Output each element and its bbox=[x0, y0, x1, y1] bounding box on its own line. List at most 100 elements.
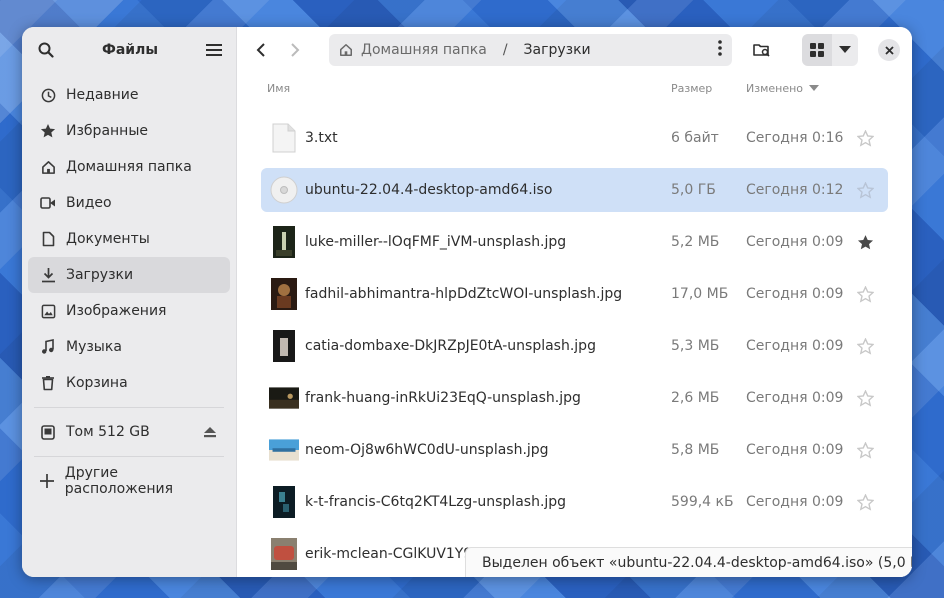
download-icon bbox=[40, 267, 56, 283]
sidebar-item-label: Изображения bbox=[66, 303, 167, 319]
column-headers: Имя Размер Изменено bbox=[237, 73, 912, 103]
status-bar: Выделен объект «ubuntu-22.04.4-desktop-a… bbox=[465, 547, 912, 577]
grid-view-button[interactable] bbox=[802, 34, 832, 66]
sidebar-divider bbox=[34, 456, 224, 457]
file-modified: Сегодня 0:09 bbox=[746, 442, 844, 458]
photo-thumbnail bbox=[269, 328, 299, 364]
sidebar-item-home[interactable]: Домашняя папка bbox=[28, 149, 230, 185]
sidebar-item-downloads[interactable]: Загрузки bbox=[28, 257, 230, 293]
eject-icon bbox=[204, 427, 216, 438]
photo-thumbnail bbox=[269, 484, 299, 520]
photo-thumbnail bbox=[269, 224, 299, 260]
file-modified: Сегодня 0:09 bbox=[746, 494, 844, 510]
view-switcher bbox=[802, 34, 858, 66]
video-icon bbox=[40, 195, 56, 211]
star-toggle[interactable] bbox=[855, 284, 875, 304]
file-name: luke-miller--lOqFMF_iVM-unsplash.jpg bbox=[305, 234, 567, 250]
document-icon bbox=[40, 231, 56, 247]
photo-thumbnail bbox=[269, 432, 299, 468]
file-row[interactable]: k-t-francis-C6tq2KT4Lzg-unsplash.jpg 599… bbox=[261, 480, 888, 524]
star-toggle[interactable] bbox=[855, 440, 875, 460]
sidebar-item-starred[interactable]: Избранные bbox=[28, 113, 230, 149]
chevron-right-icon bbox=[291, 43, 300, 57]
column-modified-header[interactable]: Изменено bbox=[746, 81, 820, 95]
breadcrumb[interactable]: Домашняя папка / Загрузки bbox=[329, 34, 732, 66]
view-options-dropdown[interactable] bbox=[832, 34, 858, 66]
photo-thumbnail bbox=[269, 380, 299, 416]
disc-image-icon bbox=[269, 172, 299, 208]
breadcrumb-home[interactable]: Домашняя папка bbox=[361, 42, 487, 58]
file-name: catia-dombaxe-DkJRZpJE0tA-unsplash.jpg bbox=[305, 338, 596, 354]
folder-menu-button[interactable] bbox=[718, 40, 722, 60]
star-toggle[interactable] bbox=[855, 128, 875, 148]
star-toggle[interactable] bbox=[855, 388, 875, 408]
search-folder-button[interactable] bbox=[748, 36, 776, 64]
star-outline-icon bbox=[856, 493, 874, 511]
file-row-selected[interactable]: ubuntu-22.04.4-desktop-amd64.iso 5,0 ГБ … bbox=[261, 168, 888, 212]
clock-icon bbox=[40, 87, 56, 103]
sidebar-item-label: Домашняя папка bbox=[66, 159, 192, 175]
file-row[interactable]: neom-Oj8w6hWC0dU-unsplash.jpg 5,8 МБ Сег… bbox=[261, 428, 888, 472]
star-icon bbox=[40, 123, 56, 139]
star-outline-icon bbox=[856, 441, 874, 459]
sort-descending-icon bbox=[809, 85, 820, 91]
breadcrumb-separator: / bbox=[502, 42, 508, 58]
file-row[interactable]: frank-huang-inRkUi23EqQ-unsplash.jpg 2,6… bbox=[261, 376, 888, 420]
star-filled-icon bbox=[857, 234, 873, 249]
sidebar-item-label: Том 512 GB bbox=[66, 424, 150, 440]
image-icon bbox=[40, 303, 56, 319]
sidebar-item-music[interactable]: Музыка bbox=[28, 329, 230, 365]
places-list: Недавние Избранные Домашняя папка Видео … bbox=[22, 73, 236, 503]
file-size: 5,0 ГБ bbox=[671, 182, 716, 198]
file-modified: Сегодня 0:09 bbox=[746, 286, 844, 302]
star-toggle[interactable] bbox=[855, 336, 875, 356]
file-name: frank-huang-inRkUi23EqQ-unsplash.jpg bbox=[305, 390, 581, 406]
sidebar-item-trash[interactable]: Корзина bbox=[28, 365, 230, 401]
sidebar-item-label: Корзина bbox=[66, 375, 128, 391]
star-toggle[interactable] bbox=[855, 492, 875, 512]
drive-icon bbox=[40, 424, 56, 440]
star-outline-icon bbox=[856, 337, 874, 355]
file-size: 17,0 МБ bbox=[671, 286, 729, 302]
search-button[interactable] bbox=[34, 38, 58, 62]
forward-button[interactable] bbox=[281, 36, 309, 64]
back-button[interactable] bbox=[247, 36, 275, 64]
main-menu-button[interactable] bbox=[202, 38, 226, 62]
sidebar-item-other-locations[interactable]: Другие расположения bbox=[28, 463, 230, 499]
star-outline-icon bbox=[856, 285, 874, 303]
grid-icon bbox=[810, 43, 824, 57]
sidebar-item-documents[interactable]: Документы bbox=[28, 221, 230, 257]
sidebar-item-pictures[interactable]: Изображения bbox=[28, 293, 230, 329]
file-name: k-t-francis-C6tq2KT4Lzg-unsplash.jpg bbox=[305, 494, 567, 510]
file-size: 5,3 МБ bbox=[671, 338, 720, 354]
file-modified: Сегодня 0:12 bbox=[746, 182, 844, 198]
file-row[interactable]: catia-dombaxe-DkJRZpJE0tA-unsplash.jpg 5… bbox=[261, 324, 888, 368]
column-size-header[interactable]: Размер bbox=[671, 82, 712, 95]
trash-icon bbox=[40, 375, 56, 391]
file-name: fadhil-abhimantra-hlpDdZtcWOI-unsplash.j… bbox=[305, 286, 623, 302]
hamburger-menu-icon bbox=[206, 44, 222, 56]
star-toggle[interactable] bbox=[855, 232, 875, 252]
file-name: 3.txt bbox=[305, 130, 338, 146]
file-size: 5,8 МБ bbox=[671, 442, 720, 458]
close-window-button[interactable] bbox=[878, 39, 900, 61]
eject-button[interactable] bbox=[202, 424, 218, 440]
sidebar-item-volume[interactable]: Том 512 GB bbox=[28, 414, 230, 450]
breadcrumb-current[interactable]: Загрузки bbox=[524, 42, 591, 58]
file-size: 6 байт bbox=[671, 130, 719, 146]
file-row[interactable]: 3.txt 6 байт Сегодня 0:16 bbox=[261, 116, 888, 160]
file-row[interactable]: fadhil-abhimantra-hlpDdZtcWOI-unsplash.j… bbox=[261, 272, 888, 316]
star-toggle[interactable] bbox=[855, 180, 875, 200]
sidebar-item-label: Избранные bbox=[66, 123, 148, 139]
column-name-header[interactable]: Имя bbox=[267, 82, 290, 95]
header-bar: Домашняя папка / Загрузки bbox=[237, 27, 912, 73]
sidebar-item-recent[interactable]: Недавние bbox=[28, 77, 230, 113]
file-modified: Сегодня 0:09 bbox=[746, 338, 844, 354]
caret-down-icon bbox=[839, 46, 851, 53]
sidebar-item-videos[interactable]: Видео bbox=[28, 185, 230, 221]
search-icon bbox=[38, 42, 54, 58]
folder-search-icon bbox=[753, 44, 770, 57]
file-modified: Сегодня 0:16 bbox=[746, 130, 844, 146]
column-modified-label: Изменено bbox=[746, 81, 804, 95]
file-row[interactable]: luke-miller--lOqFMF_iVM-unsplash.jpg 5,2… bbox=[261, 220, 888, 264]
